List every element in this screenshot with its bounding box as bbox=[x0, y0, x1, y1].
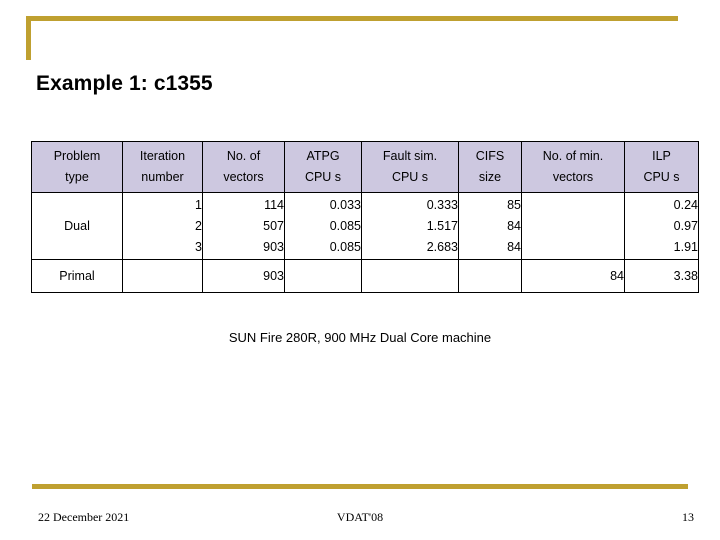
header-line-2: CPU s bbox=[391, 170, 429, 184]
column-header-no-of-min-vectors: No. of min. vectors bbox=[521, 141, 625, 193]
cell-cifs-size bbox=[458, 259, 522, 293]
value-line bbox=[522, 237, 624, 258]
accent-line-top bbox=[26, 16, 678, 21]
header-line-1: CIFS bbox=[475, 149, 505, 163]
header-line-1: ILP bbox=[652, 149, 671, 163]
header-line-2: size bbox=[478, 170, 502, 184]
value-line bbox=[522, 216, 624, 237]
header-line-2: CPU s bbox=[643, 170, 680, 184]
value-line: 84 bbox=[507, 239, 521, 254]
value-line: 2.683 bbox=[426, 239, 458, 254]
table-row: Dual 1 2 3 114 507 903 0.033 0.085 0.085 bbox=[31, 192, 699, 260]
value-line: 903 bbox=[263, 239, 284, 254]
column-header-fault-sim-cpu-s: Fault sim. CPU s bbox=[361, 141, 459, 193]
footer-conference: VDAT'08 bbox=[336, 510, 384, 524]
column-header-no-of-vectors: No. of vectors bbox=[202, 141, 285, 193]
header-line-2: number bbox=[141, 170, 184, 184]
cell-problem-type: Primal bbox=[31, 259, 123, 293]
results-table-container: Problem type Iteration number No. of vec… bbox=[31, 141, 699, 293]
cell-ilp-cpu-s: 3.38 bbox=[624, 259, 699, 293]
results-table: Problem type Iteration number No. of vec… bbox=[31, 141, 699, 293]
value-line: 507 bbox=[263, 218, 284, 233]
value-line bbox=[522, 195, 624, 216]
header-line-1: Problem bbox=[53, 149, 101, 163]
table-body: Dual 1 2 3 114 507 903 0.033 0.085 0.085 bbox=[31, 192, 699, 293]
header-line-1: Fault sim. bbox=[382, 149, 438, 163]
column-header-ilp-cpu-s: ILP CPU s bbox=[624, 141, 699, 193]
header-line-2: CPU s bbox=[304, 170, 342, 184]
cell-atpg-cpu-s: 0.033 0.085 0.085 bbox=[284, 192, 362, 260]
value-line: 1.91 bbox=[673, 239, 698, 254]
cell-cifs-size: 85 84 84 bbox=[458, 192, 522, 260]
table-caption: SUN Fire 280R, 900 MHz Dual Core machine bbox=[228, 330, 492, 345]
value-line: 84 bbox=[507, 218, 521, 233]
header-line-2: type bbox=[65, 170, 89, 184]
header-line-2: vectors bbox=[552, 170, 594, 184]
cell-problem-type: Dual bbox=[31, 192, 123, 260]
value-line: 114 bbox=[264, 197, 284, 212]
value-line: 1 bbox=[195, 197, 202, 212]
cell-iteration-number: 1 2 3 bbox=[122, 192, 203, 260]
value-line: 2 bbox=[195, 218, 202, 233]
cell-fault-sim-cpu-s bbox=[361, 259, 459, 293]
page-title: Example 1: c1355 bbox=[36, 72, 213, 95]
value-line: 0.033 bbox=[329, 197, 361, 212]
value-line: 1.517 bbox=[426, 218, 458, 233]
cell-no-of-vectors: 114 507 903 bbox=[202, 192, 285, 260]
header-line-2: vectors bbox=[223, 170, 264, 184]
cell-no-of-min-vectors bbox=[521, 192, 625, 260]
cell-fault-sim-cpu-s: 0.333 1.517 2.683 bbox=[361, 192, 459, 260]
table-header-row: Problem type Iteration number No. of vec… bbox=[31, 141, 699, 193]
cell-no-of-min-vectors: 84 bbox=[521, 259, 625, 293]
value-line: 0.97 bbox=[673, 218, 698, 233]
header-line-1: ATPG bbox=[306, 149, 340, 163]
cell-iteration-number bbox=[122, 259, 203, 293]
value-line: 0.085 bbox=[329, 239, 361, 254]
column-header-atpg-cpu-s: ATPG CPU s bbox=[284, 141, 362, 193]
value-line: 3 bbox=[195, 239, 202, 254]
header-line-1: No. of min. bbox=[542, 149, 604, 163]
footer-page-number: 13 bbox=[682, 510, 694, 524]
column-header-iteration-number: Iteration number bbox=[122, 141, 203, 193]
column-header-cifs-size: CIFS size bbox=[458, 141, 522, 193]
value-line: 0.085 bbox=[329, 218, 361, 233]
cell-no-of-vectors: 903 bbox=[202, 259, 285, 293]
value-line: 0.333 bbox=[426, 197, 458, 212]
header-line-1: Iteration bbox=[139, 149, 186, 163]
table-row: Primal 903 84 3.38 bbox=[31, 259, 699, 293]
accent-line-left bbox=[26, 16, 31, 60]
value-line: 0.24 bbox=[673, 197, 698, 212]
value-line: 85 bbox=[507, 197, 521, 212]
accent-line-bottom bbox=[32, 484, 688, 489]
slide-canvas: { "theme": { "accent_color": "#bfa030", … bbox=[0, 0, 720, 540]
cell-atpg-cpu-s bbox=[284, 259, 362, 293]
cell-ilp-cpu-s: 0.24 0.97 1.91 bbox=[624, 192, 699, 260]
column-header-problem-type: Problem type bbox=[31, 141, 123, 193]
header-line-1: No. of bbox=[226, 149, 261, 163]
